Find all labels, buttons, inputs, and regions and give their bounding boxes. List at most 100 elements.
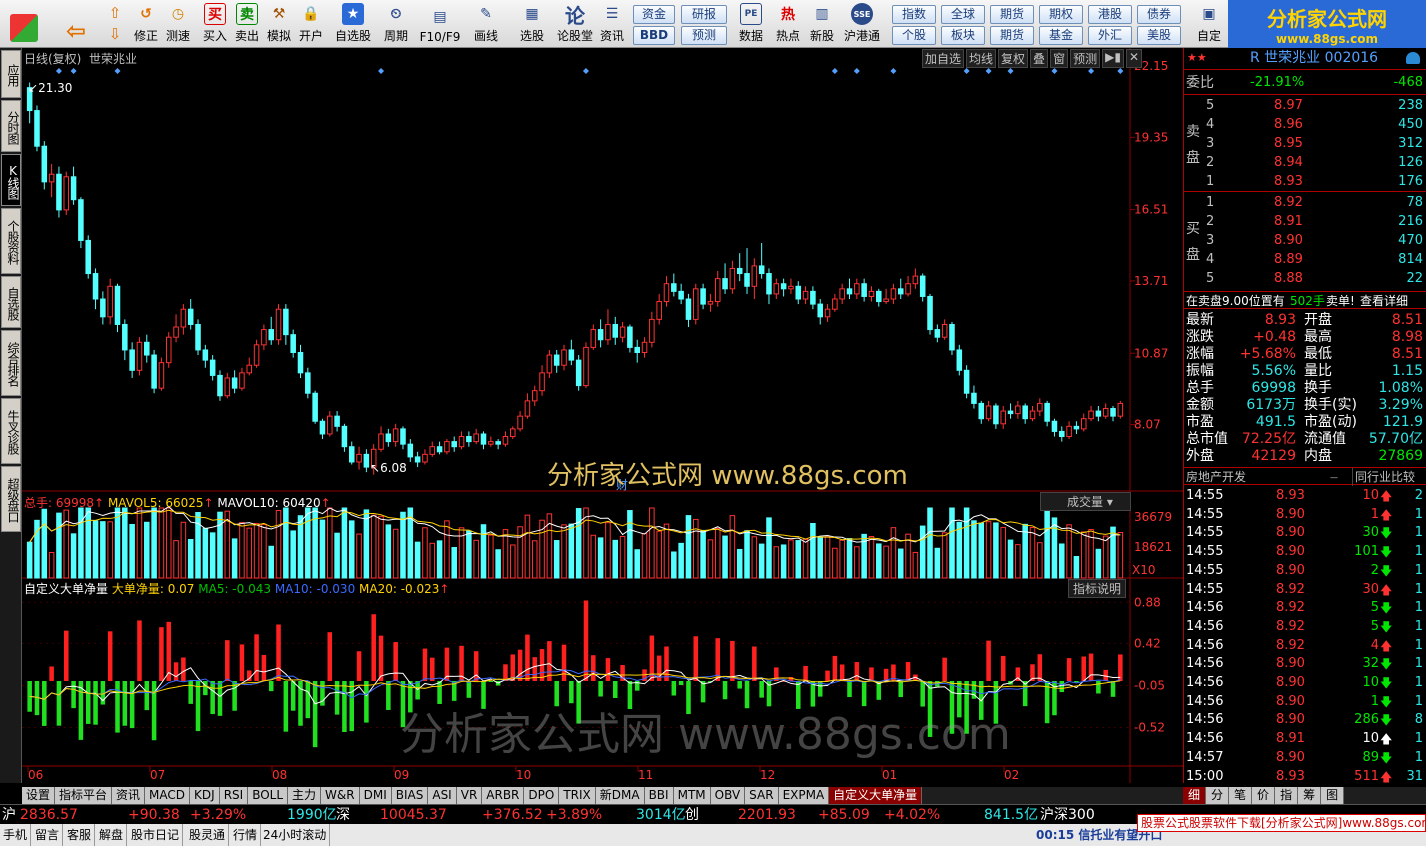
- buy-button[interactable]: 买买入: [200, 2, 230, 46]
- open-account-button[interactable]: 🔒 开户: [296, 2, 326, 46]
- status-market[interactable]: 行情: [230, 824, 262, 846]
- sidetab-kline[interactable]: K线图: [1, 154, 21, 206]
- sector-compare-button[interactable]: 同行业比较: [1352, 468, 1415, 486]
- funds-button[interactable]: 基金: [1039, 26, 1083, 45]
- forex-button[interactable]: 外汇: [1088, 26, 1132, 45]
- volume-indicator-select[interactable]: 成交量 ▾: [1040, 492, 1131, 511]
- sidetab-diagnosis[interactable]: 牛叉诊股: [1, 398, 21, 464]
- sidetab-super-depth[interactable]: 超级盘口: [1, 466, 21, 532]
- download-banner[interactable]: 股票公式股票软件下载[分析家公式网]www.88gs.com: [1137, 814, 1426, 832]
- indicator-tab[interactable]: 主力: [288, 787, 322, 804]
- custom-button[interactable]: ▣ 自定: [1194, 2, 1224, 46]
- fund-button[interactable]: 资金: [633, 5, 675, 24]
- quote-tab[interactable]: 筹: [1298, 787, 1322, 804]
- sell-button[interactable]: 卖卖出: [232, 2, 262, 46]
- research-button[interactable]: 研报: [681, 5, 727, 24]
- indicator-tab[interactable]: MACD: [145, 787, 191, 804]
- repair-button[interactable]: ↺ 修正: [130, 2, 162, 46]
- index-button[interactable]: 指数: [892, 5, 936, 24]
- sidetab-profile[interactable]: 个股资料: [1, 208, 21, 274]
- chart-area[interactable]: 22.15 19.35 16.51 13.71 10.87 8.07 36679 18621 0…: [22, 48, 1183, 783]
- add-favorite-button[interactable]: 加自选: [922, 49, 965, 68]
- indicator-help-button[interactable]: 指标说明: [1068, 579, 1127, 598]
- bid-row[interactable]: 5 8.88 22: [1184, 270, 1426, 288]
- quote-tab[interactable]: 价: [1252, 787, 1276, 804]
- indicator-tab[interactable]: 新DMA: [595, 787, 645, 804]
- app-menu-icon[interactable]: [4, 2, 44, 46]
- ask-row[interactable]: 5 8.97 238: [1184, 97, 1426, 115]
- adjust-button[interactable]: 复权: [998, 49, 1029, 68]
- status-service[interactable]: 客服: [64, 824, 96, 846]
- global-button[interactable]: 全球: [941, 5, 985, 24]
- indicator-tab[interactable]: 设置: [22, 787, 56, 804]
- news-button[interactable]: ☰ 资讯: [596, 2, 628, 46]
- sidetab-intraday[interactable]: 分时图: [1, 100, 21, 152]
- ask-row[interactable]: 1 8.93 176: [1184, 173, 1426, 191]
- hk-stocks-button[interactable]: 港股: [1088, 5, 1132, 24]
- play-icon[interactable]: ▶▮: [1102, 49, 1124, 68]
- indicator-tab[interactable]: DPO: [524, 787, 560, 804]
- forecast-chart-button[interactable]: 预测: [1070, 49, 1101, 68]
- status-message[interactable]: 留言: [32, 824, 64, 846]
- indicator-tab[interactable]: TRIX: [559, 787, 596, 804]
- hot-button[interactable]: 热热点: [772, 2, 804, 46]
- stock-select-button[interactable]: ▦ 选股: [512, 2, 552, 46]
- notice-row[interactable]: 在卖盘9.00位置有 502手 卖单! 查看详细: [1184, 291, 1426, 309]
- window-button[interactable]: 窗: [1050, 49, 1069, 68]
- forum-button[interactable]: 论论股堂: [555, 2, 595, 46]
- futures-button[interactable]: 期货: [990, 5, 1034, 24]
- quote-tab[interactable]: 图: [1321, 787, 1345, 804]
- hk-connect-button[interactable]: SSE 沪港通: [840, 2, 884, 46]
- quote-tab[interactable]: 笔: [1229, 787, 1253, 804]
- us-stocks-button[interactable]: 美股: [1137, 26, 1181, 45]
- sector-button[interactable]: 板块: [941, 26, 985, 45]
- bid-row[interactable]: 2 8.91 216: [1184, 213, 1426, 231]
- indicator-tab[interactable]: W&R: [321, 787, 360, 804]
- kline-chart[interactable]: 22.1519.3516.5113.7110.878.0736679186210…: [22, 48, 1183, 783]
- indicator-tab[interactable]: RSI: [219, 787, 249, 804]
- down-arrow-icon[interactable]: ⇩: [109, 25, 122, 43]
- indicator-tab[interactable]: OBV: [710, 787, 746, 804]
- quote-tab[interactable]: 指: [1275, 787, 1299, 804]
- indicator-tab[interactable]: ARBR: [482, 787, 525, 804]
- f10-button[interactable]: ▤ F10/F9: [418, 2, 462, 46]
- bid-row[interactable]: 4 8.89 814: [1184, 251, 1426, 269]
- forecast-button[interactable]: 预测: [681, 26, 727, 45]
- options-button[interactable]: 期权: [1039, 5, 1083, 24]
- updown-buttons[interactable]: ⇧ ⇩: [102, 2, 128, 46]
- back-button[interactable]: ⇦: [58, 2, 94, 46]
- indicator-tab[interactable]: ASI: [428, 787, 457, 804]
- new-stock-button[interactable]: ▥ 新股: [806, 2, 838, 46]
- simulate-button[interactable]: ⚒ 模拟: [264, 2, 294, 46]
- data-button[interactable]: PE 数据: [735, 2, 767, 46]
- notice-detail-link[interactable]: 查看详细: [1360, 292, 1408, 310]
- indicator-tab[interactable]: BIAS: [391, 787, 429, 804]
- refresh-icon[interactable]: [1406, 52, 1420, 64]
- indicator-tab[interactable]: EXPMA: [778, 787, 830, 804]
- sector-name[interactable]: 房地产开发: [1186, 468, 1246, 486]
- indicator-tab[interactable]: DMI: [359, 787, 392, 804]
- up-arrow-icon[interactable]: ⇧: [109, 4, 122, 22]
- indicator-tab[interactable]: BOLL: [248, 787, 289, 804]
- sidetab-apps[interactable]: 应用: [1, 50, 21, 98]
- indicator-tab[interactable]: 指标平台: [55, 787, 113, 804]
- indicator-tab[interactable]: 自定义大单净量: [829, 787, 923, 804]
- period-button[interactable]: ⏲ 周期: [376, 2, 416, 46]
- indicator-tab[interactable]: BBI: [644, 787, 674, 804]
- indicator-tab[interactable]: KDJ: [190, 787, 220, 804]
- status-analysis[interactable]: 解盘: [96, 824, 128, 846]
- bbd-button[interactable]: BBD: [633, 26, 675, 45]
- indicator-tab[interactable]: SAR: [745, 787, 779, 804]
- bonds-button[interactable]: 债券: [1137, 5, 1181, 24]
- draw-button[interactable]: ✎ 画线: [466, 2, 506, 46]
- stock-button[interactable]: 个股: [892, 26, 936, 45]
- status-guling[interactable]: 股灵通: [186, 824, 230, 846]
- indicator-tab[interactable]: MTM: [673, 787, 711, 804]
- quote-tab[interactable]: 细: [1183, 787, 1207, 804]
- ask-row[interactable]: 4 8.96 450: [1184, 116, 1426, 134]
- bid-row[interactable]: 1 8.92 78: [1184, 194, 1426, 212]
- bid-row[interactable]: 3 8.90 470: [1184, 232, 1426, 250]
- ma-button[interactable]: 均线: [966, 49, 997, 68]
- close-icon[interactable]: ✕: [1125, 49, 1142, 68]
- status-rolling[interactable]: 24小时滚动: [260, 824, 331, 846]
